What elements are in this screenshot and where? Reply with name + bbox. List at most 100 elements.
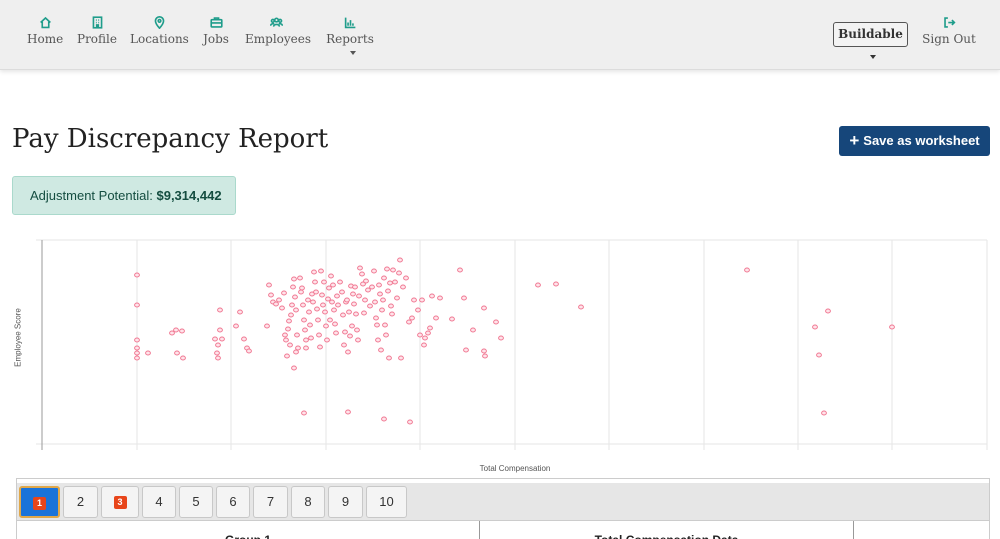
data-point xyxy=(293,349,299,355)
data-point xyxy=(449,316,455,322)
data-point xyxy=(293,307,299,313)
data-point xyxy=(339,289,345,295)
data-point xyxy=(329,299,335,305)
data-point xyxy=(397,257,403,263)
data-point xyxy=(327,317,333,323)
chevron-down-icon xyxy=(870,55,876,59)
nav-home[interactable]: Home xyxy=(27,14,63,54)
data-point xyxy=(273,301,279,307)
data-point xyxy=(313,289,319,295)
data-point xyxy=(298,289,304,295)
nav-locations[interactable]: Locations xyxy=(130,14,189,54)
tab-group-2[interactable]: 2 xyxy=(63,486,98,518)
data-point xyxy=(380,297,386,303)
data-point xyxy=(346,309,352,315)
data-point xyxy=(308,335,314,341)
tenant-dropdown[interactable]: Buildable xyxy=(833,22,908,59)
data-point xyxy=(361,310,367,316)
data-point xyxy=(482,353,488,359)
data-point xyxy=(394,295,400,301)
data-point xyxy=(283,337,289,343)
data-point xyxy=(407,419,413,425)
data-point xyxy=(340,312,346,318)
data-point xyxy=(417,332,423,338)
data-point xyxy=(481,305,487,311)
group-tabs: 1 2 3 4 5 6 7 8 9 10 xyxy=(17,483,989,521)
data-point xyxy=(134,337,140,343)
data-point xyxy=(359,271,365,277)
nav-locations-label: Locations xyxy=(130,32,189,46)
data-point xyxy=(396,270,402,276)
data-point xyxy=(353,311,359,317)
data-point xyxy=(322,309,328,315)
data-point xyxy=(816,352,822,358)
data-point xyxy=(344,297,350,303)
nav-home-label: Home xyxy=(27,32,64,46)
data-point xyxy=(457,267,463,273)
data-point xyxy=(134,355,140,361)
data-point xyxy=(378,347,384,353)
tab-group-8[interactable]: 8 xyxy=(291,486,325,518)
data-point xyxy=(356,293,362,299)
map-pin-icon xyxy=(130,14,188,30)
tab-label: 5 xyxy=(192,494,200,509)
tab-badge: 1 xyxy=(33,497,46,510)
data-point xyxy=(287,342,293,348)
data-point xyxy=(331,307,337,313)
briefcase-icon xyxy=(200,14,232,30)
top-navbar: Home Profile Locations Jobs Employees Re… xyxy=(0,0,1000,70)
data-point xyxy=(214,350,220,356)
data-point xyxy=(553,281,559,287)
tab-group-1[interactable]: 1 xyxy=(19,486,60,518)
save-as-worksheet-button[interactable]: + Save as worksheet xyxy=(839,126,990,156)
data-point xyxy=(212,336,218,342)
data-point xyxy=(389,311,395,317)
column-header-extra xyxy=(854,521,989,539)
tab-label: 9 xyxy=(341,494,350,509)
tab-group-10[interactable]: 10 xyxy=(366,486,407,518)
data-point xyxy=(427,325,433,331)
data-point xyxy=(264,323,270,329)
nav-employees[interactable]: Employees xyxy=(245,14,311,54)
data-point xyxy=(330,282,336,288)
tab-group-4[interactable]: 4 xyxy=(142,486,176,518)
data-point xyxy=(179,328,185,334)
adjustment-value: $9,314,442 xyxy=(156,188,222,203)
data-point xyxy=(375,337,381,343)
data-point xyxy=(383,332,389,338)
tab-group-5[interactable]: 5 xyxy=(179,486,213,518)
data-point xyxy=(367,303,373,309)
data-point xyxy=(385,288,391,294)
nav-jobs[interactable]: Jobs xyxy=(200,14,232,54)
data-point xyxy=(535,282,541,288)
tab-group-9[interactable]: 9 xyxy=(328,486,363,518)
tab-group-3[interactable]: 3 xyxy=(101,486,139,518)
data-point xyxy=(437,295,443,301)
data-point xyxy=(351,301,357,307)
data-point xyxy=(406,319,412,325)
y-axis-label: Employee Score xyxy=(13,308,23,367)
data-point xyxy=(481,348,487,354)
data-point xyxy=(310,299,316,305)
nav-profile-label: Profile xyxy=(77,32,117,46)
data-point xyxy=(345,409,351,415)
nav-signout[interactable]: Sign Out xyxy=(922,14,976,54)
data-point xyxy=(429,293,435,299)
nav-profile[interactable]: Profile xyxy=(77,14,117,54)
data-point xyxy=(379,307,385,313)
data-point xyxy=(354,327,360,333)
tab-group-6[interactable]: 6 xyxy=(216,486,250,518)
data-point xyxy=(369,284,375,290)
data-point xyxy=(217,327,223,333)
nav-reports[interactable]: Reports xyxy=(321,14,379,55)
data-point xyxy=(286,318,292,324)
data-point xyxy=(303,337,309,343)
data-point xyxy=(381,275,387,281)
data-point xyxy=(215,342,221,348)
tab-label: 10 xyxy=(379,494,394,509)
tab-group-7[interactable]: 7 xyxy=(253,486,288,518)
plus-icon: + xyxy=(849,131,860,150)
data-point xyxy=(812,324,818,330)
data-point xyxy=(335,302,341,308)
chevron-down-icon xyxy=(349,51,356,55)
